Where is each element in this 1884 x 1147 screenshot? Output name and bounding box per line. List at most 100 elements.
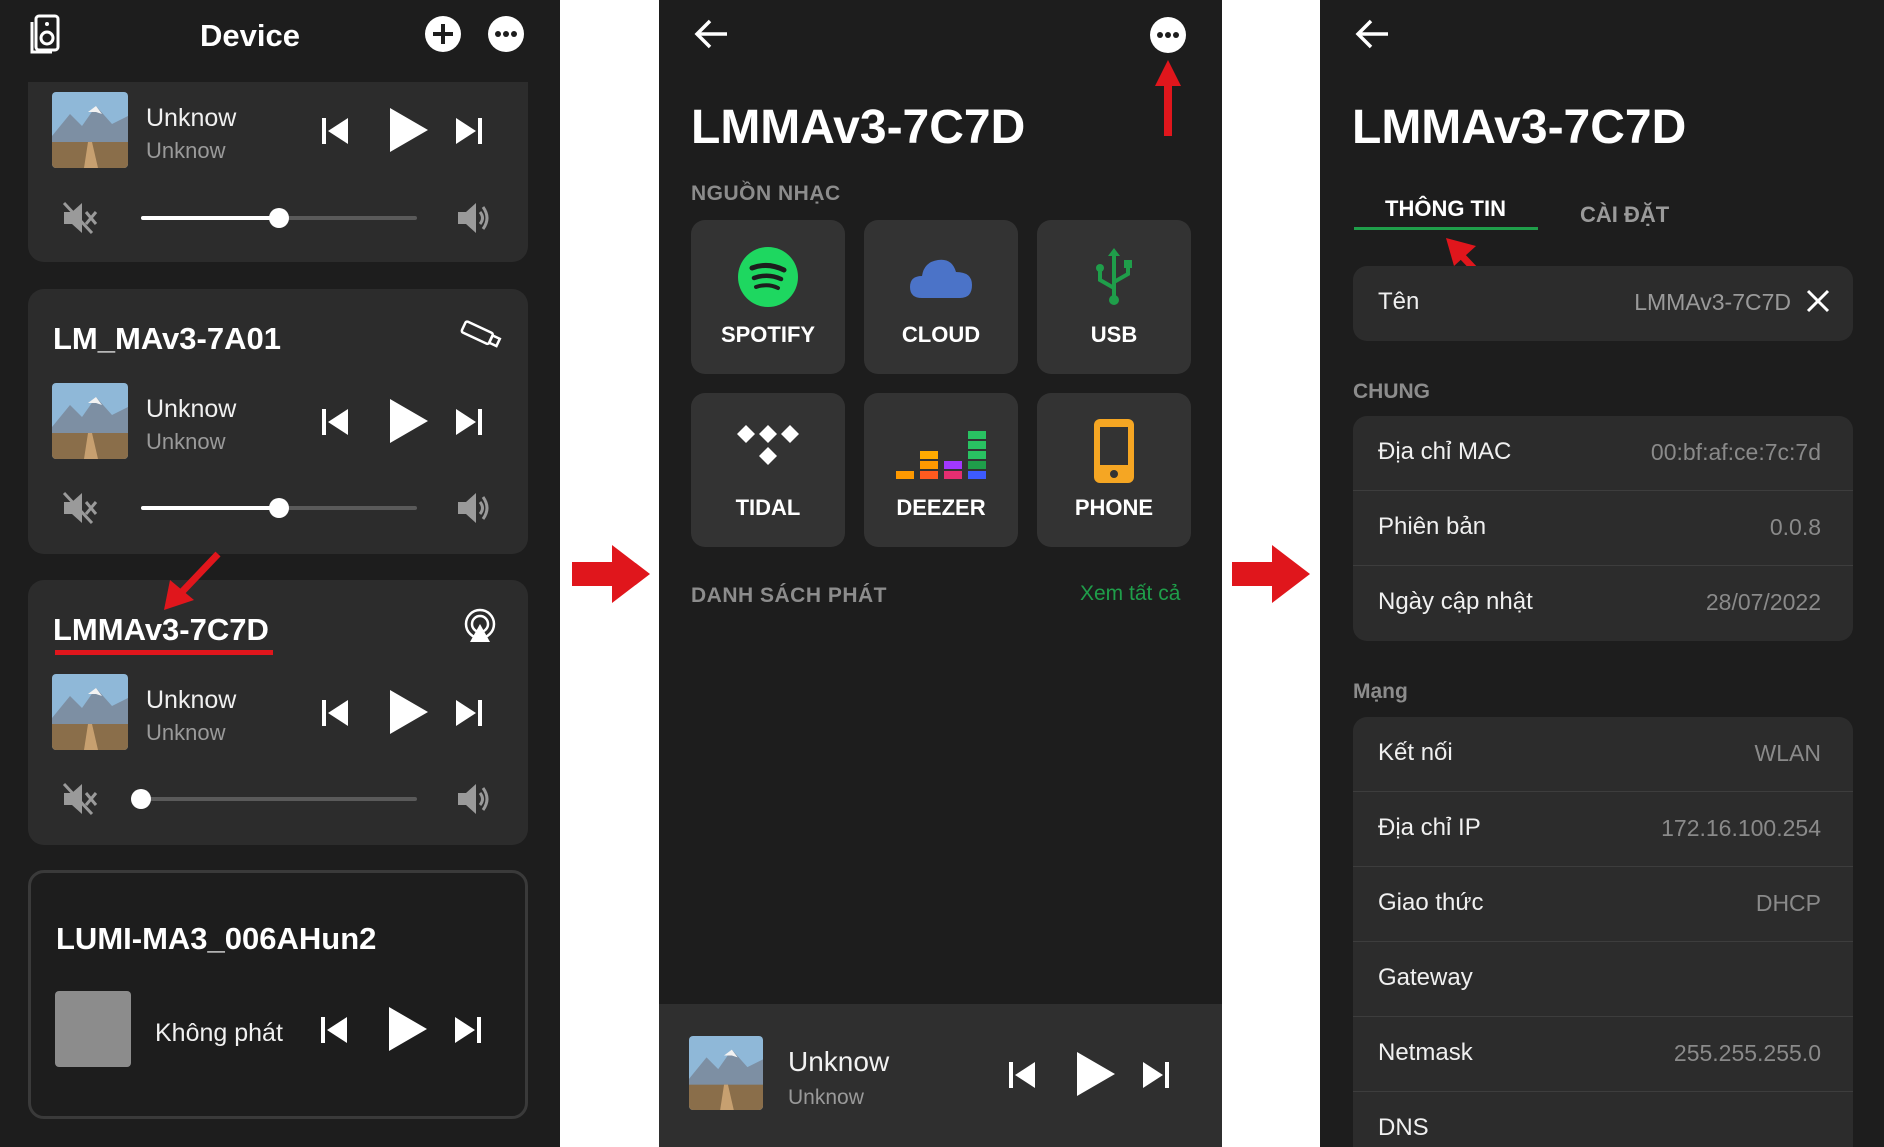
info-label: Địa chỉ MAC bbox=[1378, 438, 1512, 465]
source-label: TIDAL bbox=[735, 495, 801, 520]
album-art bbox=[52, 383, 128, 459]
info-value: DHCP bbox=[1755, 890, 1821, 916]
back-arrow-icon[interactable] bbox=[693, 18, 729, 55]
annotation-underline bbox=[55, 650, 273, 655]
phone-icon bbox=[1094, 419, 1134, 488]
volume-up-icon[interactable] bbox=[456, 201, 492, 240]
playback-status: Không phát bbox=[155, 1019, 283, 1047]
cloud-icon bbox=[908, 254, 974, 305]
track-title: Unknow bbox=[788, 1046, 890, 1077]
mute-icon[interactable] bbox=[62, 491, 98, 530]
previous-button[interactable] bbox=[1005, 1058, 1039, 1097]
more-options-button[interactable] bbox=[487, 15, 525, 58]
previous-button[interactable] bbox=[318, 405, 352, 444]
info-value: 00:bf:af:ce:7c:7d bbox=[1650, 439, 1821, 465]
play-button[interactable] bbox=[386, 397, 430, 450]
mini-player[interactable]: Unknow Unknow bbox=[659, 1004, 1222, 1147]
usb-drive-icon bbox=[458, 319, 502, 354]
device-card-selected[interactable]: LMMAv3-7C7D Unknow Unknow bbox=[28, 580, 528, 845]
info-row: Kết nối WLAN bbox=[1353, 717, 1853, 792]
mute-icon[interactable] bbox=[62, 782, 98, 821]
info-label: Kết nối bbox=[1378, 739, 1453, 766]
volume-slider[interactable] bbox=[141, 498, 417, 518]
source-label: DEEZER bbox=[896, 495, 986, 520]
play-button[interactable] bbox=[1073, 1050, 1117, 1103]
album-art bbox=[52, 674, 128, 750]
info-label: Phiên bản bbox=[1378, 513, 1487, 540]
info-label: Ngày cập nhật bbox=[1378, 588, 1533, 615]
source-usb[interactable]: USB bbox=[1037, 220, 1191, 374]
see-all-link[interactable]: Xem tất cả bbox=[1080, 582, 1180, 606]
source-label: PHONE bbox=[1074, 495, 1154, 520]
info-row: Địa chỉ IP 172.16.100.254 bbox=[1353, 792, 1853, 867]
general-group: Địa chỉ MAC 00:bf:af:ce:7c:7d Phiên bản … bbox=[1353, 416, 1853, 641]
album-art bbox=[52, 92, 128, 168]
info-row: Địa chỉ MAC 00:bf:af:ce:7c:7d bbox=[1353, 416, 1853, 491]
volume-up-icon[interactable] bbox=[456, 491, 492, 530]
play-button[interactable] bbox=[386, 106, 430, 159]
previous-button[interactable] bbox=[318, 114, 352, 153]
play-button[interactable] bbox=[385, 1005, 429, 1058]
general-heading: CHUNG bbox=[1353, 380, 1430, 403]
add-device-button[interactable] bbox=[424, 15, 462, 58]
source-phone[interactable]: PHONE bbox=[1037, 393, 1191, 547]
deezer-icon bbox=[896, 421, 986, 486]
back-arrow-icon[interactable] bbox=[1354, 18, 1390, 55]
source-tidal[interactable]: TIDAL bbox=[691, 393, 845, 547]
tab-settings[interactable]: CÀI ĐẶT bbox=[1580, 202, 1669, 228]
next-button[interactable] bbox=[452, 114, 486, 153]
clear-icon[interactable] bbox=[1805, 288, 1831, 319]
step-arrow-icon bbox=[572, 545, 650, 608]
sources-heading: NGUỒN NHẠC bbox=[691, 182, 841, 205]
step-arrow-icon bbox=[1232, 545, 1310, 608]
name-value[interactable]: LMMAv3-7C7D bbox=[1634, 289, 1791, 316]
name-row[interactable]: Tên LMMAv3-7C7D bbox=[1353, 266, 1853, 341]
source-cloud[interactable]: CLOUD bbox=[864, 220, 1018, 374]
previous-button[interactable] bbox=[317, 1013, 351, 1052]
device-detail-screen: LMMAv3-7C7D NGUỒN NHẠC SPOTIFY CLOUD USB… bbox=[659, 0, 1222, 1147]
tab-info[interactable]: THÔNG TIN bbox=[1385, 196, 1506, 222]
more-options-button[interactable] bbox=[1149, 16, 1187, 59]
airplay-icon bbox=[462, 608, 498, 649]
empty-album-art bbox=[55, 991, 131, 1067]
source-label: SPOTIFY bbox=[720, 322, 816, 347]
play-button[interactable] bbox=[386, 688, 430, 741]
device-card[interactable]: LM_MAv3-7A01 Unknow Unknow bbox=[28, 289, 528, 554]
volume-slider[interactable] bbox=[141, 208, 417, 228]
device-card[interactable]: Unknow Unknow bbox=[28, 60, 528, 262]
info-row: Netmask 255.255.255.0 bbox=[1353, 1017, 1853, 1092]
mute-icon[interactable] bbox=[62, 201, 98, 240]
network-group: Kết nối WLAN Địa chỉ IP 172.16.100.254 G… bbox=[1353, 717, 1853, 1147]
info-row: DNS bbox=[1353, 1092, 1853, 1147]
volume-slider[interactable] bbox=[131, 789, 417, 809]
album-art bbox=[689, 1036, 763, 1110]
info-row: Phiên bản 0.0.8 bbox=[1353, 491, 1853, 566]
track-artist: Unknow bbox=[788, 1086, 864, 1109]
device-name: LUMI-MA3_006AHun2 bbox=[56, 921, 377, 956]
device-name: LM_MAv3-7A01 bbox=[53, 321, 281, 356]
next-button[interactable] bbox=[1139, 1058, 1173, 1097]
name-label: Tên bbox=[1378, 288, 1420, 315]
info-value: 28/07/2022 bbox=[1705, 589, 1821, 615]
device-list-screen: Unknow Unknow Device LM_MAv3-7A01 Unknow… bbox=[0, 0, 560, 1147]
next-button[interactable] bbox=[452, 405, 486, 444]
next-button[interactable] bbox=[451, 1013, 485, 1052]
source-label: CLOUD bbox=[901, 322, 981, 347]
previous-button[interactable] bbox=[318, 696, 352, 735]
name-group: Tên LMMAv3-7C7D bbox=[1353, 266, 1853, 341]
track-title: Unknow bbox=[146, 686, 237, 714]
device-card[interactable]: LUMI-MA3_006AHun2 Không phát bbox=[28, 870, 528, 1119]
info-row: Ngày cập nhật 28/07/2022 bbox=[1353, 566, 1853, 641]
source-spotify[interactable]: SPOTIFY bbox=[691, 220, 845, 374]
info-value: 172.16.100.254 bbox=[1661, 815, 1821, 841]
volume-row bbox=[28, 774, 528, 824]
track-artist: Unknow bbox=[146, 429, 226, 454]
info-label: DNS bbox=[1378, 1114, 1429, 1141]
info-row: Giao thức DHCP bbox=[1353, 867, 1853, 942]
volume-up-icon[interactable] bbox=[456, 782, 492, 821]
info-row: Gateway bbox=[1353, 942, 1853, 1017]
info-value: 0.0.8 bbox=[1769, 514, 1821, 540]
source-deezer[interactable]: DEEZER bbox=[864, 393, 1018, 547]
info-label: Netmask bbox=[1378, 1039, 1473, 1066]
next-button[interactable] bbox=[452, 696, 486, 735]
